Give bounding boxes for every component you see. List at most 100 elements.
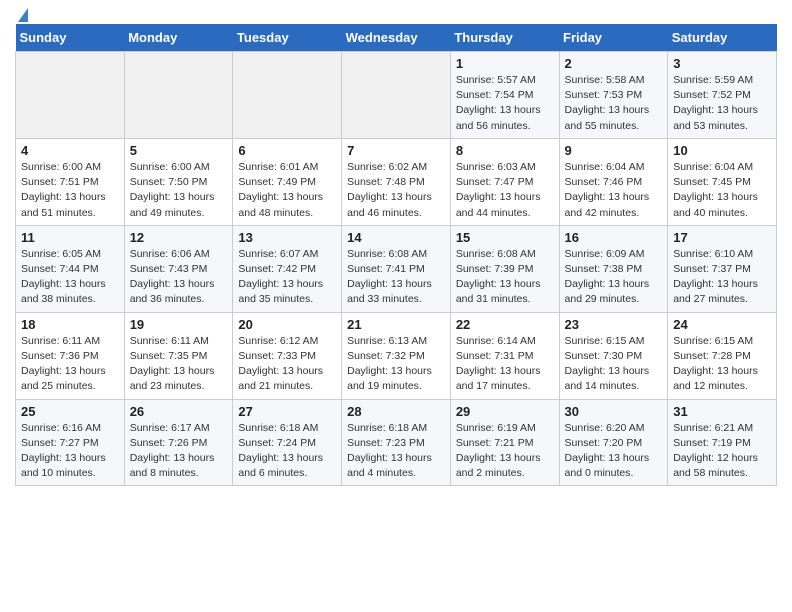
- calendar-cell: 22 Sunrise: 6:14 AMSunset: 7:31 PMDayligh…: [450, 312, 559, 399]
- day-info: Sunrise: 6:12 AMSunset: 7:33 PMDaylight:…: [238, 334, 336, 395]
- day-info: Sunrise: 6:19 AMSunset: 7:21 PMDaylight:…: [456, 421, 554, 482]
- col-header-thursday: Thursday: [450, 24, 559, 52]
- calendar-cell: 29 Sunrise: 6:19 AMSunset: 7:21 PMDayligh…: [450, 399, 559, 486]
- calendar-cell: [124, 52, 233, 139]
- day-info: Sunrise: 6:15 AMSunset: 7:30 PMDaylight:…: [565, 334, 663, 395]
- calendar-cell: 6Sunrise: 6:01 AMSunset: 7:49 PMDaylight…: [233, 138, 342, 225]
- day-number: 25: [21, 404, 119, 419]
- day-info: Sunrise: 6:13 AMSunset: 7:32 PMDaylight:…: [347, 334, 445, 395]
- day-number: 14: [347, 230, 445, 245]
- calendar-week-1: 1Sunrise: 5:57 AMSunset: 7:54 PMDaylight…: [16, 52, 777, 139]
- calendar-week-4: 18 Sunrise: 6:11 AMSunset: 7:36 PMDayligh…: [16, 312, 777, 399]
- calendar-cell: 18 Sunrise: 6:11 AMSunset: 7:36 PMDayligh…: [16, 312, 125, 399]
- day-number: 8: [456, 143, 554, 158]
- calendar-week-2: 4 Sunrise: 6:00 AMSunset: 7:51 PMDaylight…: [16, 138, 777, 225]
- day-number: 18: [21, 317, 119, 332]
- day-info: Sunrise: 6:18 AMSunset: 7:24 PMDaylight:…: [238, 421, 336, 482]
- day-number: 26: [130, 404, 228, 419]
- calendar-cell: 30Sunrise: 6:20 AMSunset: 7:20 PMDayligh…: [559, 399, 668, 486]
- calendar-cell: 5Sunrise: 6:00 AMSunset: 7:50 PMDaylight…: [124, 138, 233, 225]
- day-info: Sunrise: 6:01 AMSunset: 7:49 PMDaylight:…: [238, 160, 336, 221]
- day-number: 20: [238, 317, 336, 332]
- day-number: 10: [673, 143, 771, 158]
- calendar-week-5: 25 Sunrise: 6:16 AMSunset: 7:27 PMDayligh…: [16, 399, 777, 486]
- logo: [15, 10, 28, 20]
- day-number: 22: [456, 317, 554, 332]
- calendar-cell: 2 Sunrise: 5:58 AMSunset: 7:53 PMDaylight…: [559, 52, 668, 139]
- day-number: 31: [673, 404, 771, 419]
- calendar-cell: 24Sunrise: 6:15 AMSunset: 7:28 PMDayligh…: [668, 312, 777, 399]
- day-number: 12: [130, 230, 228, 245]
- calendar-cell: 8 Sunrise: 6:03 AMSunset: 7:47 PMDaylight…: [450, 138, 559, 225]
- logo-arrow-icon: [18, 8, 28, 22]
- calendar-cell: 1Sunrise: 5:57 AMSunset: 7:54 PMDaylight…: [450, 52, 559, 139]
- day-number: 28: [347, 404, 445, 419]
- day-number: 23: [565, 317, 663, 332]
- day-info: Sunrise: 6:11 AMSunset: 7:36 PMDaylight:…: [21, 334, 119, 395]
- day-info: Sunrise: 5:59 AMSunset: 7:52 PMDaylight:…: [673, 73, 771, 134]
- calendar-cell: 28 Sunrise: 6:18 AMSunset: 7:23 PMDayligh…: [342, 399, 451, 486]
- calendar-cell: 10Sunrise: 6:04 AMSunset: 7:45 PMDayligh…: [668, 138, 777, 225]
- calendar-cell: 25 Sunrise: 6:16 AMSunset: 7:27 PMDayligh…: [16, 399, 125, 486]
- day-number: 16: [565, 230, 663, 245]
- day-number: 15: [456, 230, 554, 245]
- day-info: Sunrise: 6:08 AMSunset: 7:39 PMDaylight:…: [456, 247, 554, 308]
- calendar-cell: 12Sunrise: 6:06 AMSunset: 7:43 PMDayligh…: [124, 225, 233, 312]
- col-header-wednesday: Wednesday: [342, 24, 451, 52]
- calendar-cell: 21 Sunrise: 6:13 AMSunset: 7:32 PMDayligh…: [342, 312, 451, 399]
- calendar-cell: 15 Sunrise: 6:08 AMSunset: 7:39 PMDayligh…: [450, 225, 559, 312]
- day-number: 29: [456, 404, 554, 419]
- col-header-tuesday: Tuesday: [233, 24, 342, 52]
- day-info: Sunrise: 6:16 AMSunset: 7:27 PMDaylight:…: [21, 421, 119, 482]
- calendar-week-3: 11 Sunrise: 6:05 AMSunset: 7:44 PMDayligh…: [16, 225, 777, 312]
- day-number: 3: [673, 56, 771, 71]
- calendar-cell: 13 Sunrise: 6:07 AMSunset: 7:42 PMDayligh…: [233, 225, 342, 312]
- day-number: 27: [238, 404, 336, 419]
- day-info: Sunrise: 5:58 AMSunset: 7:53 PMDaylight:…: [565, 73, 663, 134]
- calendar-cell: [16, 52, 125, 139]
- day-info: Sunrise: 6:18 AMSunset: 7:23 PMDaylight:…: [347, 421, 445, 482]
- day-number: 13: [238, 230, 336, 245]
- day-number: 4: [21, 143, 119, 158]
- day-info: Sunrise: 6:11 AMSunset: 7:35 PMDaylight:…: [130, 334, 228, 395]
- calendar-cell: [233, 52, 342, 139]
- day-info: Sunrise: 6:17 AMSunset: 7:26 PMDaylight:…: [130, 421, 228, 482]
- day-info: Sunrise: 6:03 AMSunset: 7:47 PMDaylight:…: [456, 160, 554, 221]
- calendar-cell: 31Sunrise: 6:21 AMSunset: 7:19 PMDayligh…: [668, 399, 777, 486]
- calendar-cell: 11 Sunrise: 6:05 AMSunset: 7:44 PMDayligh…: [16, 225, 125, 312]
- day-number: 1: [456, 56, 554, 71]
- header-row: SundayMondayTuesdayWednesdayThursdayFrid…: [16, 24, 777, 52]
- day-info: Sunrise: 6:00 AMSunset: 7:51 PMDaylight:…: [21, 160, 119, 221]
- day-number: 19: [130, 317, 228, 332]
- day-info: Sunrise: 6:09 AMSunset: 7:38 PMDaylight:…: [565, 247, 663, 308]
- day-info: Sunrise: 6:02 AMSunset: 7:48 PMDaylight:…: [347, 160, 445, 221]
- day-number: 17: [673, 230, 771, 245]
- calendar-cell: 9 Sunrise: 6:04 AMSunset: 7:46 PMDaylight…: [559, 138, 668, 225]
- calendar-cell: 3 Sunrise: 5:59 AMSunset: 7:52 PMDaylight…: [668, 52, 777, 139]
- calendar-cell: 19 Sunrise: 6:11 AMSunset: 7:35 PMDayligh…: [124, 312, 233, 399]
- day-info: Sunrise: 6:20 AMSunset: 7:20 PMDaylight:…: [565, 421, 663, 482]
- day-info: Sunrise: 6:07 AMSunset: 7:42 PMDaylight:…: [238, 247, 336, 308]
- day-info: Sunrise: 6:14 AMSunset: 7:31 PMDaylight:…: [456, 334, 554, 395]
- day-number: 9: [565, 143, 663, 158]
- calendar-cell: 26 Sunrise: 6:17 AMSunset: 7:26 PMDayligh…: [124, 399, 233, 486]
- day-info: Sunrise: 6:00 AMSunset: 7:50 PMDaylight:…: [130, 160, 228, 221]
- calendar-cell: 4 Sunrise: 6:00 AMSunset: 7:51 PMDaylight…: [16, 138, 125, 225]
- calendar-cell: 23 Sunrise: 6:15 AMSunset: 7:30 PMDayligh…: [559, 312, 668, 399]
- day-info: Sunrise: 6:05 AMSunset: 7:44 PMDaylight:…: [21, 247, 119, 308]
- day-number: 21: [347, 317, 445, 332]
- col-header-saturday: Saturday: [668, 24, 777, 52]
- calendar-cell: 16 Sunrise: 6:09 AMSunset: 7:38 PMDayligh…: [559, 225, 668, 312]
- page-header: [15, 10, 777, 20]
- day-number: 2: [565, 56, 663, 71]
- day-info: Sunrise: 6:10 AMSunset: 7:37 PMDaylight:…: [673, 247, 771, 308]
- day-info: Sunrise: 6:04 AMSunset: 7:46 PMDaylight:…: [565, 160, 663, 221]
- col-header-monday: Monday: [124, 24, 233, 52]
- col-header-sunday: Sunday: [16, 24, 125, 52]
- day-number: 7: [347, 143, 445, 158]
- calendar-cell: 20 Sunrise: 6:12 AMSunset: 7:33 PMDayligh…: [233, 312, 342, 399]
- day-number: 24: [673, 317, 771, 332]
- calendar-cell: 7 Sunrise: 6:02 AMSunset: 7:48 PMDaylight…: [342, 138, 451, 225]
- day-number: 11: [21, 230, 119, 245]
- calendar-cell: 27 Sunrise: 6:18 AMSunset: 7:24 PMDayligh…: [233, 399, 342, 486]
